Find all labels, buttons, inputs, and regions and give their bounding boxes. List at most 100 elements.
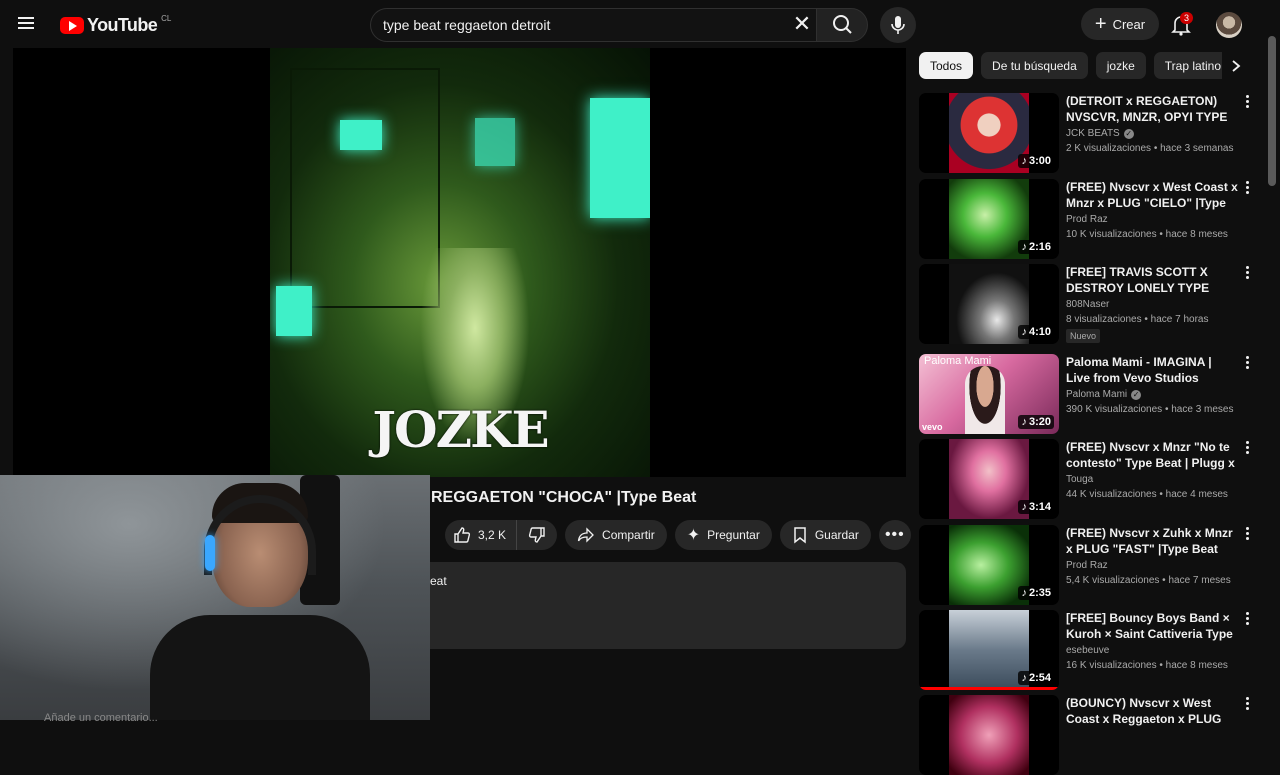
kebab-icon: [1245, 697, 1249, 700]
description-box[interactable]: eat: [430, 562, 906, 649]
channel-name[interactable]: Paloma Mami: [1066, 389, 1127, 400]
video-title: REGGAETON "CHOCA" |Type Beat: [431, 489, 697, 506]
ask-button[interactable]: ✦ Preguntar: [674, 520, 772, 550]
page-scrollbar[interactable]: [1268, 36, 1276, 186]
channel-name[interactable]: JCK BEATS: [1066, 128, 1120, 139]
recommendation-meta: 10 K visualizaciones • hace 8 meses: [1066, 229, 1228, 240]
video-thumbnail[interactable]: ♪ 2:54: [919, 610, 1059, 690]
chip-trap-latino[interactable]: Trap latino: [1153, 52, 1233, 79]
recommendation-title[interactable]: (FREE) Nvscvr x Mnzr "No te contesto" Ty…: [1066, 439, 1238, 471]
youtube-logo[interactable]: YouTube CL: [60, 14, 171, 36]
duration-badge: ♪ 2:54: [1018, 671, 1054, 685]
recommendation-item[interactable]: ♪ 2:54 [FREE] Bouncy Boys Band × Kuroh × …: [919, 610, 1259, 690]
kebab-menu-button[interactable]: [1243, 181, 1251, 197]
kebab-menu-button[interactable]: [1243, 527, 1251, 543]
recommendation-title[interactable]: Paloma Mami - IMAGINA | Live from Vevo S…: [1066, 354, 1238, 386]
menu-button[interactable]: [18, 14, 42, 34]
video-thumbnail[interactable]: ♪ 4:10: [919, 264, 1059, 344]
top-bar: YouTube CL ✕ + Crear 3: [0, 0, 1280, 48]
recommendation-item[interactable]: ♪ 2:16 (FREE) Nvscvr x West Coast x Mnzr …: [919, 179, 1259, 259]
kebab-menu-button[interactable]: [1243, 266, 1251, 282]
recommendation-item[interactable]: ♪ 3:14 (FREE) Nvscvr x Mnzr "No te contes…: [919, 439, 1259, 519]
search-button[interactable]: [816, 8, 868, 42]
kebab-icon: [1245, 441, 1249, 444]
artwork-brand-text: JOZKE: [372, 400, 549, 459]
add-comment-hint[interactable]: Añade un comentario...: [44, 712, 158, 724]
music-note-icon: ♪: [1021, 326, 1027, 338]
clear-search-button[interactable]: ✕: [792, 12, 812, 36]
share-button[interactable]: Compartir: [565, 520, 667, 550]
account-avatar[interactable]: [1216, 12, 1242, 38]
person-body: [150, 615, 370, 720]
channel-name[interactable]: Touga: [1066, 474, 1093, 485]
video-thumbnail[interactable]: ♪ 2:35: [919, 525, 1059, 605]
filter-chips: Todos De tu búsqueda jozke Trap latino: [919, 52, 1249, 80]
create-button[interactable]: + Crear: [1081, 8, 1159, 40]
video-thumbnail[interactable]: ♪ 2:16: [919, 179, 1059, 259]
music-note-icon: ♪: [1021, 501, 1027, 513]
search-icon: [833, 15, 852, 34]
verified-icon: ✓: [1123, 128, 1134, 139]
webcam-overlay: [0, 475, 430, 720]
recommendation-item[interactable]: Paloma Mami vevo ♪ 3:20 Paloma Mami - IMA…: [919, 354, 1259, 434]
duration-badge: ♪ 3:20: [1018, 415, 1054, 429]
recommendation-meta: 2 K visualizaciones • hace 3 semanas: [1066, 143, 1234, 154]
channel-name[interactable]: Prod Raz: [1066, 214, 1108, 225]
duration-badge: ♪ 2:16: [1018, 240, 1054, 254]
recommendation-meta: 44 K visualizaciones • hace 4 meses: [1066, 489, 1228, 500]
video-thumbnail[interactable]: [919, 695, 1059, 775]
duration-badge: ♪ 3:14: [1018, 500, 1054, 514]
verified-icon: ✓: [1131, 389, 1142, 400]
kebab-menu-button[interactable]: [1243, 95, 1251, 111]
clear-icon: ✕: [792, 11, 812, 36]
share-icon: [577, 527, 594, 543]
video-thumbnail[interactable]: ♪ 3:00: [919, 93, 1059, 173]
more-icon: •••: [884, 526, 905, 543]
kebab-menu-button[interactable]: [1243, 697, 1251, 713]
recommendation-item[interactable]: ♪ 2:35 (FREE) Nvscvr x Zuhk x Mnzr x PLUG…: [919, 525, 1259, 605]
recommendation-title[interactable]: (DETROIT x REGGAETON) NVSCVR, MNZR, OPYI…: [1066, 93, 1238, 125]
chip-jozke[interactable]: jozke: [1095, 52, 1146, 79]
kebab-icon: [1245, 356, 1249, 359]
kebab-icon: [1245, 612, 1249, 615]
channel-name[interactable]: Prod Raz: [1066, 560, 1108, 571]
channel-name[interactable]: 808Naser: [1066, 299, 1109, 310]
recommendation-title[interactable]: (BOUNCY) Nvscvr x West Coast x Reggaeton…: [1066, 695, 1238, 727]
dislike-button[interactable]: [517, 520, 557, 550]
search-input[interactable]: [371, 9, 771, 41]
kebab-menu-button[interactable]: [1243, 356, 1251, 372]
recommendation-item[interactable]: ♪ 3:00 (DETROIT x REGGAETON) NVSCVR, MNZR…: [919, 93, 1259, 173]
crt-screen: [276, 286, 312, 336]
recommendation-title[interactable]: (FREE) Nvscvr x West Coast x Mnzr x PLUG…: [1066, 179, 1238, 211]
description-snippet: eat: [430, 574, 447, 588]
video-thumbnail[interactable]: ♪ 3:14: [919, 439, 1059, 519]
kebab-icon: [1245, 527, 1249, 530]
video-artwork[interactable]: JOZKE: [270, 48, 650, 477]
kebab-menu-button[interactable]: [1243, 441, 1251, 457]
voice-search-button[interactable]: [880, 7, 916, 43]
duration-badge: ♪ 2:35: [1018, 586, 1054, 600]
chip-de-tu-busqueda[interactable]: De tu búsqueda: [981, 52, 1088, 79]
video-thumbnail[interactable]: Paloma Mami vevo ♪ 3:20: [919, 354, 1059, 434]
crt-screen: [590, 98, 650, 218]
recommendation-title[interactable]: [FREE] Bouncy Boys Band × Kuroh × Saint …: [1066, 610, 1238, 642]
music-note-icon: ♪: [1021, 587, 1027, 599]
channel-name[interactable]: esebeuve: [1066, 645, 1109, 656]
vevo-logo: vevo: [922, 422, 943, 432]
more-actions-button[interactable]: •••: [878, 520, 911, 550]
music-note-icon: ♪: [1021, 672, 1027, 684]
recommendation-title[interactable]: [FREE] TRAVIS SCOTT X DESTROY LONELY TYP…: [1066, 264, 1238, 296]
like-button[interactable]: 3,2 K: [445, 520, 518, 550]
recommendation-meta: 8 visualizaciones • hace 7 horas: [1066, 314, 1209, 325]
crt-screen: [340, 120, 382, 150]
chip-todos[interactable]: Todos: [919, 52, 974, 79]
recommendation-item[interactable]: (BOUNCY) Nvscvr x West Coast x Reggaeton…: [919, 695, 1259, 775]
chips-next-button[interactable]: [1222, 52, 1250, 80]
bookmark-icon: [794, 527, 806, 544]
recommendation-item[interactable]: ♪ 4:10 [FREE] TRAVIS SCOTT X DESTROY LONE…: [919, 264, 1259, 344]
recommendation-title[interactable]: (FREE) Nvscvr x Zuhk x Mnzr x PLUG "FAST…: [1066, 525, 1238, 557]
save-button[interactable]: Guardar: [779, 520, 871, 550]
kebab-menu-button[interactable]: [1243, 612, 1251, 628]
kebab-icon: [1245, 266, 1249, 269]
dislike-icon: [528, 527, 545, 543]
